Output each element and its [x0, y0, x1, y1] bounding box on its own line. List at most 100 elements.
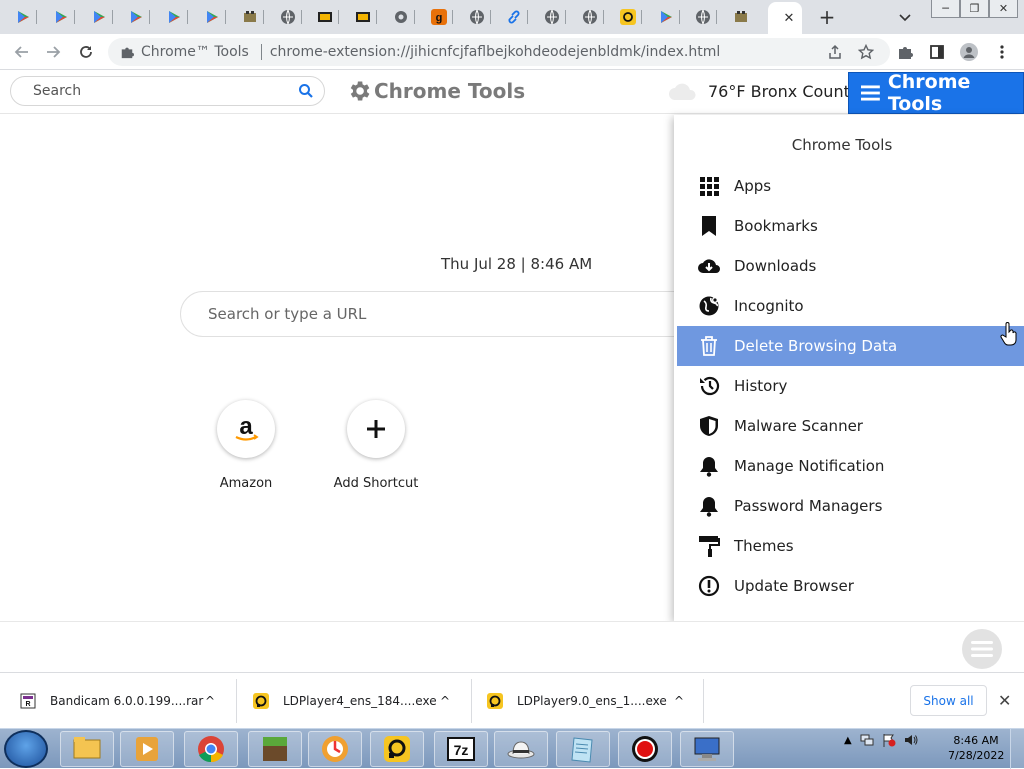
menu-item-malware-scanner[interactable]: Malware Scanner	[677, 406, 1024, 446]
close-tab-icon[interactable]: ✕	[784, 11, 795, 26]
chrome-menu-button[interactable]	[992, 42, 1012, 62]
tab-item[interactable]	[535, 4, 569, 30]
shortcut-add[interactable]: Add Shortcut	[326, 400, 426, 491]
omnibox[interactable]: Chrome™ Tools chrome-extension://jihicnf…	[108, 38, 890, 66]
menu-item-history[interactable]: History	[677, 366, 1024, 406]
taskbar-button-browser[interactable]	[308, 731, 362, 767]
tab-item[interactable]	[384, 4, 418, 30]
tab-item[interactable]	[724, 4, 758, 30]
menu-item-update-browser[interactable]: Update Browser	[677, 566, 1024, 606]
reload-button[interactable]	[76, 42, 96, 62]
download-item[interactable]: LDPlayer4_ens_184....exe	[253, 673, 437, 729]
minimize-button[interactable]: ─	[931, 0, 960, 18]
menu-item-bookmarks[interactable]: Bookmarks	[677, 206, 1024, 246]
menu-item-label: Malware Scanner	[734, 417, 863, 435]
tab-active[interactable]: ✕	[768, 2, 802, 34]
reload-icon	[80, 46, 92, 58]
download-divider	[471, 679, 472, 723]
menu-item-delete-browsing-data[interactable]: Delete Browsing Data	[677, 326, 1024, 366]
hamburger-icon	[971, 641, 993, 657]
taskbar-button-hat[interactable]	[494, 731, 548, 767]
tab-item[interactable]	[271, 4, 305, 30]
tab-item[interactable]	[460, 4, 494, 30]
menu-item-themes[interactable]: Themes	[677, 526, 1024, 566]
flag-warning-icon[interactable]	[882, 733, 896, 747]
start-button[interactable]	[4, 730, 48, 768]
tab-item[interactable]	[308, 4, 342, 30]
search-icon[interactable]	[298, 83, 314, 99]
tab-item[interactable]	[195, 4, 229, 30]
chrome-tools-menu-button[interactable]: Chrome Tools	[848, 71, 1024, 115]
tab-separator	[489, 10, 491, 24]
weather-widget[interactable]: 76°F Bronx County	[668, 82, 859, 101]
chevron-up-icon[interactable]: ^	[440, 673, 450, 729]
taskbar-button-chrome[interactable]	[184, 731, 238, 767]
hat-icon	[507, 741, 535, 759]
browser-toolbar: Chrome™ Tools chrome-extension://jihicnf…	[0, 34, 1024, 70]
menu-item-downloads[interactable]: Downloads	[677, 246, 1024, 286]
taskbar-button-file-explorer[interactable]	[60, 731, 114, 767]
tab-item[interactable]	[233, 4, 267, 30]
chevron-up-icon[interactable]: ^	[205, 673, 215, 729]
tab-item[interactable]	[44, 4, 78, 30]
download-item[interactable]: LDPlayer9.0_ens_1....exe	[487, 673, 667, 729]
tab-separator	[338, 10, 340, 24]
tab-search-button[interactable]	[888, 4, 922, 30]
tab-item[interactable]	[157, 4, 191, 30]
taskbar-button-7zip[interactable]: 7z	[434, 731, 488, 767]
new-tab-button[interactable]: +	[810, 4, 844, 30]
close-download-bar-button[interactable]: ✕	[998, 691, 1011, 710]
tab-item[interactable]	[573, 4, 607, 30]
extensions-button[interactable]	[895, 42, 915, 62]
chevron-up-icon[interactable]: ^	[674, 673, 684, 729]
header-search-input[interactable]: Search	[10, 76, 325, 106]
tab-item[interactable]	[82, 4, 116, 30]
chrome-tools-menu-label: Chrome Tools	[887, 71, 971, 115]
grid-icon	[700, 177, 719, 196]
tab-item[interactable]	[649, 4, 683, 30]
back-button[interactable]	[12, 42, 32, 62]
tab-item[interactable]: g	[422, 4, 456, 30]
restore-button[interactable]: ❐	[960, 0, 989, 18]
page-header: Search Chrome Tools 76°F Bronx County Ch…	[0, 70, 1024, 115]
g-icon: g	[430, 9, 447, 25]
floating-menu-button[interactable]	[962, 629, 1002, 669]
menu-item-label: Themes	[734, 537, 794, 555]
menu-item-partial[interactable]	[677, 606, 1024, 621]
tab-item[interactable]	[6, 4, 40, 30]
speaker-icon[interactable]	[904, 733, 918, 747]
play-store-icon	[660, 11, 672, 23]
ldplayer-icon	[253, 693, 269, 709]
show-all-button[interactable]: Show all	[910, 685, 987, 716]
profile-button[interactable]	[959, 42, 979, 62]
tab-item[interactable]	[119, 4, 153, 30]
clock[interactable]: 8:46 AM 7/28/2022	[948, 733, 1004, 763]
taskbar-button-remote-desktop[interactable]	[680, 731, 734, 767]
tab-item[interactable]	[611, 4, 645, 30]
show-desktop-button[interactable]	[1010, 729, 1024, 769]
taskbar-button-media-player[interactable]	[120, 731, 174, 767]
date-time: Thu Jul 28 | 8:46 AM	[441, 255, 593, 273]
taskbar-button-bandicam-record[interactable]	[618, 731, 672, 767]
side-panel-button[interactable]	[927, 42, 947, 62]
site-chip[interactable]: Chrome™ Tools	[108, 44, 257, 60]
tray-chevron-icon[interactable]: ▲	[844, 735, 852, 746]
main-search-input[interactable]: Search or type a URL	[180, 291, 740, 337]
tab-item[interactable]	[346, 4, 380, 30]
network-icon[interactable]	[860, 733, 874, 747]
bookmark-star-button[interactable]	[856, 42, 876, 62]
tab-item[interactable]	[686, 4, 720, 30]
share-button[interactable]	[825, 42, 845, 62]
menu-item-manage-notification[interactable]: Manage Notification	[677, 446, 1024, 486]
menu-item-incognito[interactable]: Incognito	[677, 286, 1024, 326]
shortcut-amazon[interactable]: a Amazon	[196, 400, 296, 491]
download-item[interactable]: R Bandicam 6.0.0.199....rar	[20, 673, 203, 729]
taskbar-button-minecraft[interactable]	[248, 731, 302, 767]
menu-item-password-managers[interactable]: Password Managers	[677, 486, 1024, 526]
taskbar-button-ldplayer[interactable]	[370, 731, 424, 767]
tab-item[interactable]	[497, 4, 531, 30]
taskbar-button-notepad[interactable]	[556, 731, 610, 767]
close-window-button[interactable]: ✕	[989, 0, 1018, 18]
forward-button[interactable]	[43, 42, 63, 62]
menu-item-apps[interactable]: Apps	[677, 166, 1024, 206]
